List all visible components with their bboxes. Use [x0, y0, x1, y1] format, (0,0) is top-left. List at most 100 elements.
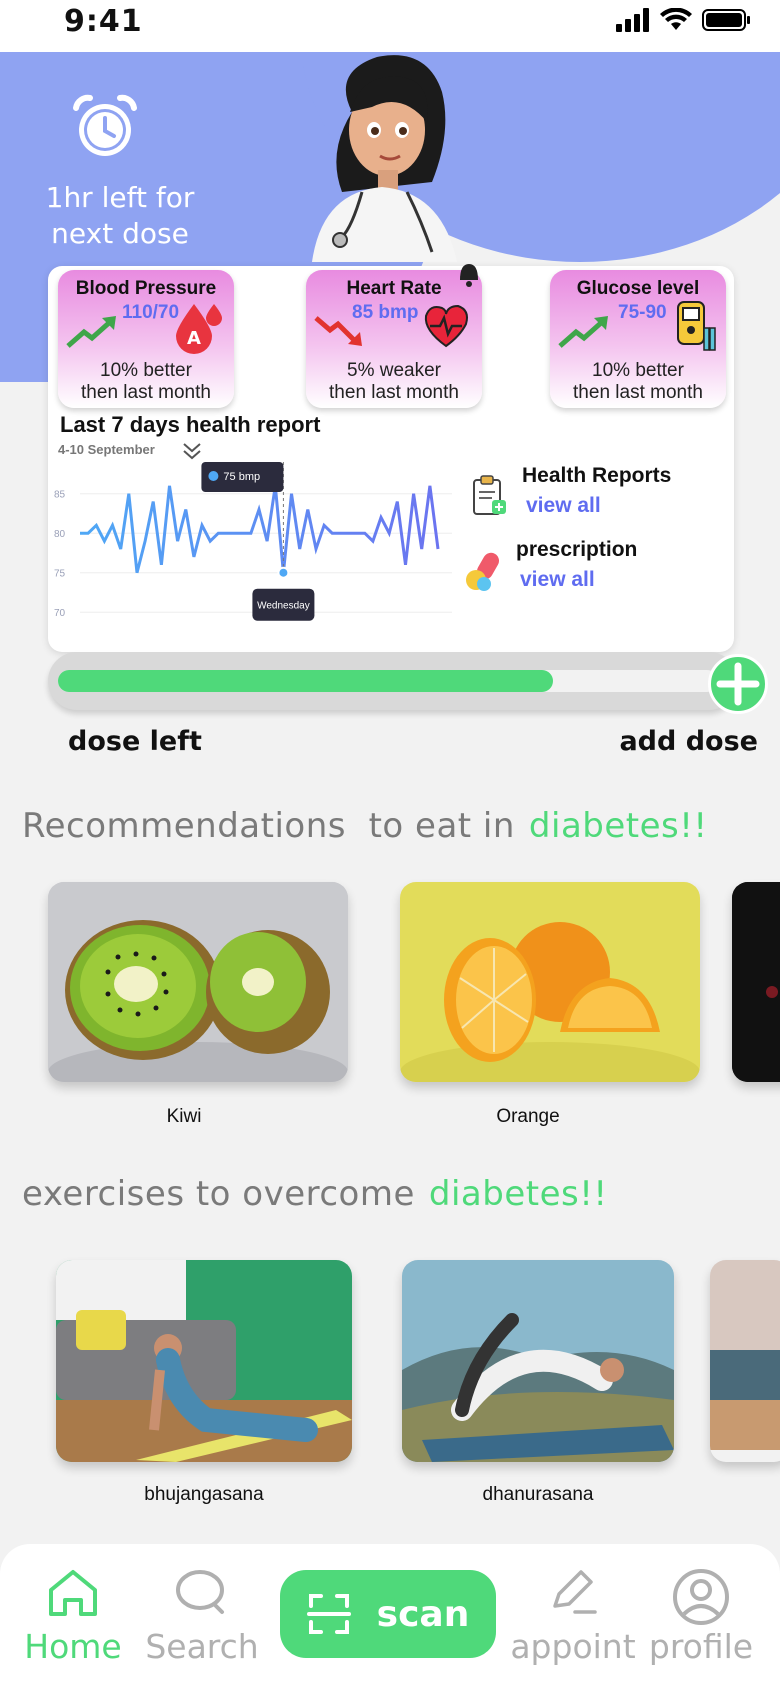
metric-compare: then last month [573, 382, 703, 403]
report-date-range: 4-10 September [58, 442, 155, 457]
metric-change: 10% better [592, 360, 684, 381]
heart-rate-card[interactable]: Heart Rate 85 bmp 5% weaker then last mo… [306, 270, 482, 408]
exercises-heading: exercises to overcome diabetes!! [22, 1174, 607, 1214]
dose-progress-bar [48, 652, 738, 710]
doctor-avatar-illustration [312, 55, 457, 262]
metric-change: 10% better [100, 360, 192, 381]
chart-tooltip-day: Wednesday [252, 588, 315, 621]
scan-button[interactable]: scan [280, 1570, 496, 1658]
dose-progress-fill [58, 670, 553, 692]
blood-drop-icon: A [176, 304, 222, 354]
alarm-clock-icon [73, 94, 137, 156]
chevron-double-down-icon[interactable] [182, 442, 202, 460]
food-card-partial[interactable] [732, 882, 780, 1082]
add-dose-button[interactable] [708, 654, 768, 714]
health-line-chart[interactable]: 85 80 75 70 75 bmp Wednesday [52, 462, 482, 632]
dhanurasana-image [402, 1260, 674, 1462]
health-summary-card: Blood Pressure 110/70 A 10% better then … [48, 264, 734, 652]
report-title: Last 7 days health report [60, 412, 321, 437]
metric-compare: then last month [81, 382, 211, 403]
nav-profile-label: profile [648, 1627, 754, 1666]
battery-icon [702, 9, 750, 31]
dose-progress-track [58, 670, 718, 692]
trend-up-icon [558, 316, 608, 348]
plus-icon [716, 662, 760, 706]
kiwi-image [48, 882, 348, 1082]
search-icon [176, 1570, 224, 1614]
bhujangasana-image [56, 1260, 352, 1462]
metric-compare: then last month [329, 382, 459, 403]
prescription-link[interactable]: prescription view all [464, 538, 637, 594]
signal-icon [616, 8, 649, 32]
health-reports-view-all[interactable]: view all [526, 494, 671, 518]
pills-icon [466, 552, 499, 591]
add-dose-label[interactable]: add dose [619, 726, 758, 757]
dose-left-label: dose left [68, 726, 202, 757]
nav-home-label: Home [24, 1627, 122, 1666]
prescription-view-all[interactable]: view all [520, 568, 637, 592]
glucometer-icon [677, 301, 716, 351]
metric-title: Blood Pressure [75, 278, 217, 299]
heart-icon [424, 304, 468, 348]
recommendations-title: Recommendations to eat in [22, 806, 515, 846]
food-label-kiwi: Kiwi [166, 1106, 202, 1127]
beach-image [710, 1260, 780, 1450]
nav-profile[interactable]: profile [646, 1568, 756, 1666]
chart-y-tick-label: 75 [54, 569, 66, 580]
pencil-icon [553, 1570, 597, 1614]
metric-change: 5% weaker [347, 360, 441, 381]
nav-home[interactable]: Home [18, 1568, 128, 1666]
metric-value: 75-90 [618, 302, 667, 323]
exercise-label-bhujangasana: bhujangasana [144, 1484, 264, 1505]
next-dose-line1: 1hr left for [45, 181, 195, 214]
home-icon [49, 1570, 97, 1616]
metric-value: 110/70 [122, 302, 180, 323]
bell-icon[interactable] [456, 258, 482, 288]
recommendations-heading: Recommendations to eat in diabetes!! [22, 806, 708, 846]
scan-frame-icon [306, 1594, 351, 1634]
health-reports-title: Health Reports [522, 464, 672, 487]
clock-time: 9:41 [64, 4, 143, 39]
chart-tooltip-value: 75 bmp [201, 462, 284, 492]
bottom-navigation: Home Search scan appoint profile [0, 1544, 780, 1688]
orange-image [400, 882, 700, 1082]
food-card-orange[interactable] [400, 882, 700, 1082]
nav-search[interactable]: Search [140, 1568, 264, 1666]
glucose-level-card[interactable]: Glucose level 75-90 10% better then last… [550, 270, 726, 408]
status-icons [616, 8, 752, 32]
berries-image [732, 882, 780, 1082]
scan-label: scan [376, 1593, 470, 1635]
exercise-card-bhujangasana[interactable] [56, 1260, 352, 1462]
exercises-title: exercises to overcome [22, 1174, 415, 1214]
chart-y-tick-label: 80 [54, 529, 66, 540]
exercise-card-dhanurasana[interactable] [402, 1260, 674, 1462]
chart-y-tick-label: 70 [54, 608, 66, 619]
trend-down-icon [314, 316, 362, 346]
status-bar: 9:41 [0, 0, 780, 52]
trend-up-icon [66, 316, 116, 348]
chart-highlight-point[interactable] [277, 566, 290, 579]
tooltip-value-text: 75 bmp [223, 471, 260, 483]
nav-appoint[interactable]: appoint [508, 1568, 638, 1666]
health-reports-link[interactable]: Health Reports view all [470, 464, 671, 518]
metric-title: Glucose level [576, 278, 700, 299]
exercise-card-partial[interactable] [710, 1260, 780, 1462]
next-dose-text: 1hr left for next dose [40, 180, 200, 252]
clipboard-icon [473, 475, 506, 515]
prescription-title: prescription [516, 538, 638, 561]
exercises-accent: diabetes!! [428, 1174, 608, 1214]
wifi-icon [660, 8, 692, 30]
chart-series-line [80, 485, 440, 574]
food-card-kiwi[interactable] [48, 882, 348, 1082]
profile-icon [673, 1569, 729, 1625]
recommendations-accent: diabetes!! [528, 806, 708, 846]
next-dose-line2: next dose [51, 217, 189, 250]
exercise-label-dhanurasana: dhanurasana [482, 1484, 594, 1505]
tooltip-day-text: Wednesday [257, 601, 310, 612]
chart-y-tick-label: 85 [54, 490, 66, 501]
food-label-orange: Orange [496, 1106, 560, 1127]
nav-appoint-label: appoint [510, 1627, 636, 1666]
blood-pressure-card[interactable]: Blood Pressure 110/70 A 10% better then … [58, 270, 234, 408]
svg-text:A: A [187, 328, 201, 349]
nav-search-label: Search [145, 1627, 259, 1666]
